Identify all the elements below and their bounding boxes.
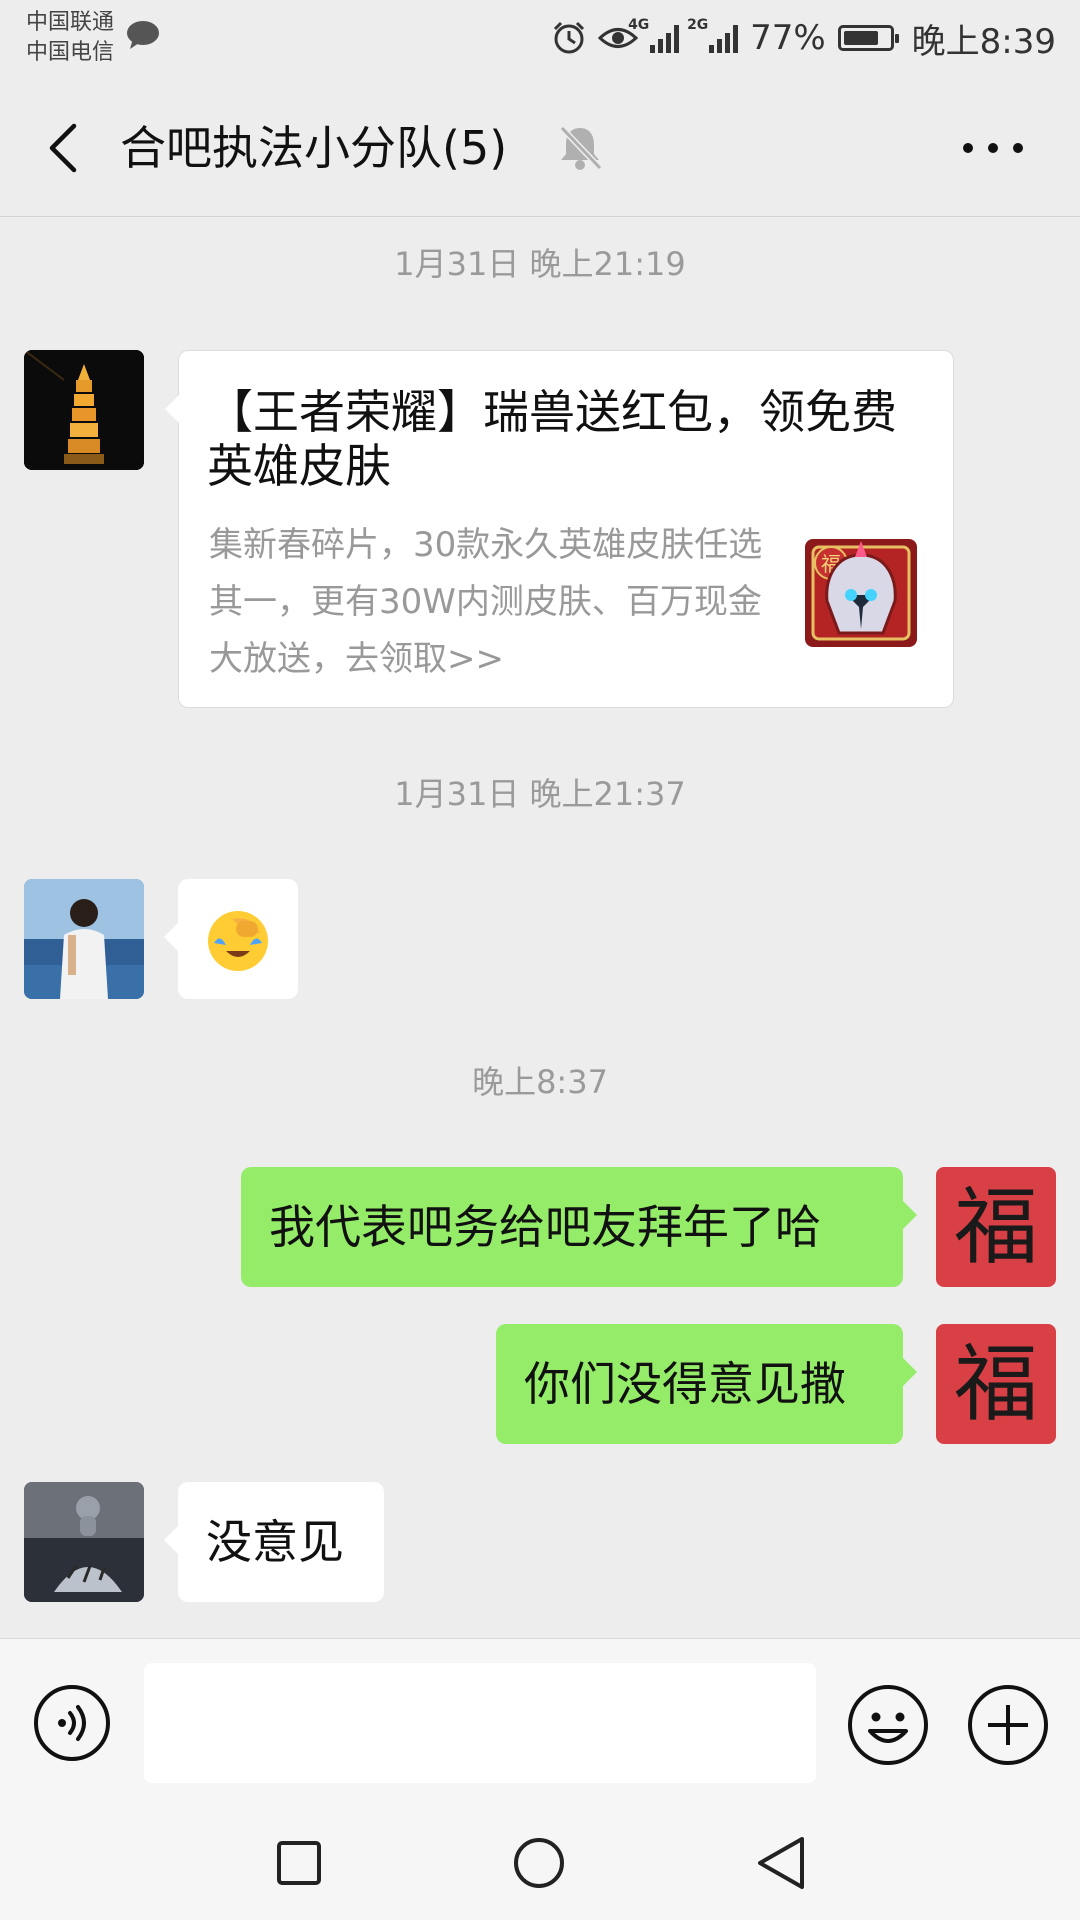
emoji-message[interactable]: [164, 879, 298, 999]
clock: 晚上8:39: [911, 21, 1056, 62]
status-right: 4G 2G 77% 晚上8:39: [552, 14, 1056, 62]
card-title: 【王者荣耀】瑞兽送红包，领免费英雄皮肤: [207, 385, 897, 493]
message-text: 我代表吧务给吧友拜年了哈: [269, 1200, 821, 1254]
nav-back-icon[interactable]: [752, 1834, 808, 1892]
cat-tiger-avatar-image: [24, 1482, 144, 1602]
recent-apps-icon[interactable]: [276, 1840, 322, 1886]
back-arrow-icon[interactable]: [36, 118, 96, 178]
message-list[interactable]: 1月31日 晚上21:19 【王者荣耀】瑞兽送红包，领免费英雄皮肤 集新春碎片，…: [0, 217, 1080, 1637]
avatar[interactable]: [24, 1482, 144, 1602]
more-dots-icon[interactable]: [958, 136, 1028, 160]
chat-header: 合吧执法小分队(5): [0, 80, 1080, 217]
pagoda-avatar-image: [24, 350, 144, 470]
system-nav-bar: [0, 1784, 1080, 1920]
signal-2g-icon: 2G: [687, 17, 739, 53]
timestamp: 晚上8:37: [472, 1063, 608, 1101]
voice-icon[interactable]: [32, 1683, 112, 1763]
plus-icon[interactable]: [966, 1683, 1050, 1767]
mute-bell-icon: [559, 125, 603, 171]
avatar[interactable]: [24, 879, 144, 999]
my-avatar[interactable]: 福: [936, 1167, 1056, 1287]
facepalm-crying-emoji-icon: [208, 911, 268, 971]
chat-title: 合吧执法小分队(5): [120, 121, 508, 175]
status-bar: 中国联通 中国电信 4G 2G 77% 晚上8:39: [0, 0, 1080, 80]
message-input[interactable]: [144, 1663, 816, 1783]
input-bar: [0, 1638, 1080, 1785]
timestamp: 1月31日 晚上21:19: [394, 245, 686, 283]
my-avatar[interactable]: 福: [936, 1324, 1056, 1444]
carrier-1: 中国联通: [26, 10, 115, 35]
message-text: 你们没得意见撒: [524, 1357, 846, 1411]
avatar[interactable]: [24, 350, 144, 470]
fu-character: 福: [953, 1178, 1038, 1276]
chat-notification-icon: [127, 21, 159, 49]
timestamp: 1月31日 晚上21:37: [394, 775, 686, 813]
carrier-2: 中国电信: [26, 40, 115, 65]
game-helmet-thumbnail: 福: [805, 539, 917, 647]
signal-4g-icon: 4G: [628, 17, 680, 53]
sent-message[interactable]: 你们没得意见撒: [496, 1324, 917, 1444]
seaside-avatar-image: [24, 879, 144, 999]
carriers: 中国联通 中国电信: [26, 8, 114, 68]
battery-percent: 77%: [750, 18, 826, 58]
received-message[interactable]: 没意见: [164, 1482, 384, 1602]
alarm-icon: [554, 21, 585, 54]
card-description: 集新春碎片，30款永久英雄皮肤任选其一，更有30W内测皮肤、百万现金大放送，去领…: [209, 525, 763, 679]
home-icon[interactable]: [512, 1836, 566, 1890]
sent-message[interactable]: 我代表吧务给吧友拜年了哈: [241, 1167, 917, 1287]
emoji-icon[interactable]: [846, 1683, 930, 1767]
fu-character: 福: [953, 1335, 1038, 1433]
share-card[interactable]: 【王者荣耀】瑞兽送红包，领免费英雄皮肤 集新春碎片，30款永久英雄皮肤任选其一，…: [165, 350, 954, 708]
message-text: 没意见: [206, 1515, 344, 1569]
battery-icon: [837, 25, 899, 51]
